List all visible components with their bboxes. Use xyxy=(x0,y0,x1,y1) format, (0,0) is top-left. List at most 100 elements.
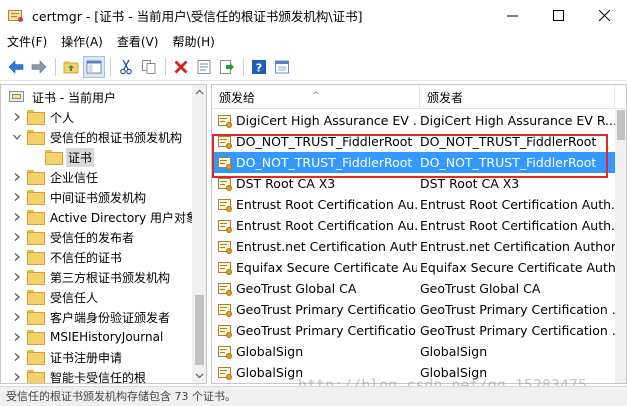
tree-item-personal[interactable]: 个人 xyxy=(11,107,76,127)
table-row[interactable]: DO_NOT_TRUST_FiddlerRoot DO_NOT_TRUST_Fi… xyxy=(212,131,615,152)
list-scroll-thumb[interactable] xyxy=(617,110,625,140)
tree-item-client-auth-issuers[interactable]: 客户端身份验证颁发者 xyxy=(11,307,172,327)
toolbar-separator xyxy=(55,57,56,76)
scroll-up-icon[interactable] xyxy=(195,88,204,97)
column-label: 颁发给 xyxy=(219,91,256,105)
table-row[interactable]: GeoTrust Primary Certificatio... GeoTrus… xyxy=(212,299,615,320)
tree-item-label: Active Directory 用户对象 xyxy=(50,210,199,225)
tree-item-trusted-people[interactable]: 受信任人 xyxy=(11,287,100,307)
cell-issued-to: Equifax Secure Certificate Au... xyxy=(236,260,417,275)
toolbar-separator xyxy=(243,57,244,76)
scroll-down-icon[interactable] xyxy=(195,371,204,380)
tree-item-third-party-root[interactable]: 第三方根证书颁发机构 xyxy=(11,267,172,287)
table-row[interactable]: GlobalSign GlobalSign xyxy=(212,362,615,383)
tree-pane[interactable]: 证书 - 当前用户 个人 受信任的根证书颁发机构 证书 企业信任 中间证书颁发机… xyxy=(0,84,207,384)
delete-icon xyxy=(174,60,188,73)
certificate-icon xyxy=(217,156,233,170)
chevron-right-icon[interactable] xyxy=(11,311,23,323)
menu-action[interactable]: 操作(A) xyxy=(54,31,110,53)
show-hide-tree-button[interactable] xyxy=(83,55,105,78)
table-row[interactable]: DST Root CA X3 DST Root CA X3 xyxy=(212,173,615,194)
tree-item-msie-history[interactable]: MSIEHistoryJournal xyxy=(11,327,165,347)
help-button[interactable]: ? xyxy=(248,56,270,78)
cell-issued-by: Entrust Root Certification Auth... xyxy=(420,218,615,233)
cell-issued-by: GlobalSign xyxy=(420,365,488,380)
tree-item-label: 受信任的发布者 xyxy=(50,230,135,245)
cell-issued-to: DO_NOT_TRUST_FiddlerRoot xyxy=(236,155,413,170)
chevron-right-icon[interactable] xyxy=(11,211,23,223)
folder-open-icon xyxy=(27,130,45,145)
chevron-right-icon[interactable] xyxy=(11,191,23,203)
toolbar: ? xyxy=(0,53,627,81)
table-row[interactable]: Entrust.net Certification Auth... Entrus… xyxy=(212,236,615,257)
tree-item-intermediate-ca[interactable]: 中间证书颁发机构 xyxy=(11,187,148,207)
certificate-icon xyxy=(217,177,233,191)
chevron-down-icon[interactable] xyxy=(11,131,23,143)
menu-view[interactable]: 查看(V) xyxy=(110,31,166,53)
tree-scrollbar[interactable] xyxy=(192,85,206,383)
chevron-right-icon[interactable] xyxy=(11,291,23,303)
up-level-button[interactable] xyxy=(60,56,82,78)
table-row[interactable]: GlobalSign GlobalSign xyxy=(212,341,615,362)
menu-help[interactable]: 帮助(H) xyxy=(165,31,221,53)
table-row[interactable]: GeoTrust Global CA GeoTrust Global CA xyxy=(212,278,615,299)
chevron-right-icon[interactable] xyxy=(11,351,23,363)
chevron-right-icon[interactable] xyxy=(11,231,23,243)
forward-button[interactable] xyxy=(28,56,50,78)
column-header-issued-by[interactable]: 颁发者 xyxy=(420,85,615,109)
list-scrollbar[interactable] xyxy=(615,110,626,383)
tree-item-untrusted[interactable]: 不信任的证书 xyxy=(11,247,124,267)
tree-root[interactable]: 证书 - 当前用户 xyxy=(9,87,118,107)
folder-icon xyxy=(27,110,45,125)
tree-item-label: 中间证书颁发机构 xyxy=(50,190,147,205)
menu-file[interactable]: 文件(F) xyxy=(0,31,54,53)
table-row[interactable]: Equifax Secure Certificate Au... Equifax… xyxy=(212,257,615,278)
chevron-right-icon[interactable] xyxy=(11,331,23,343)
minimize-button[interactable] xyxy=(489,0,535,31)
certificate-list-pane[interactable]: 颁发给 ^ 颁发者 DigiCert High Assurance EV ...… xyxy=(211,84,627,384)
delete-button[interactable] xyxy=(170,56,192,78)
table-row[interactable]: DigiCert High Assurance EV ... DigiCert … xyxy=(212,110,615,131)
folder-icon xyxy=(27,250,45,265)
close-button[interactable] xyxy=(581,0,627,31)
folder-icon xyxy=(27,170,45,185)
tree-item-trusted-root[interactable]: 受信任的根证书颁发机构 xyxy=(11,127,184,147)
certificate-icon xyxy=(217,219,233,233)
chevron-right-icon[interactable] xyxy=(11,111,23,123)
tree-scroll-thumb[interactable] xyxy=(195,295,204,365)
table-row-selected[interactable]: DO_NOT_TRUST_FiddlerRoot DO_NOT_TRUST_Fi… xyxy=(212,152,615,173)
chevron-right-icon[interactable] xyxy=(11,171,23,183)
properties-button[interactable] xyxy=(193,56,215,78)
column-header-issued-to[interactable]: 颁发给 ^ xyxy=(212,85,420,109)
cell-issued-to: DigiCert High Assurance EV ... xyxy=(236,113,417,128)
tree-item-label: 个人 xyxy=(50,110,75,125)
back-button[interactable] xyxy=(5,56,27,78)
tree-item-certificates[interactable]: 证书 xyxy=(29,147,95,167)
certificate-icon xyxy=(217,240,233,254)
table-row[interactable]: GeoTrust Primary Certificatio... GeoTrus… xyxy=(212,320,615,341)
menu-bar: 文件(F) 操作(A) 查看(V) 帮助(H) xyxy=(0,31,627,53)
cell-issued-to: Entrust Root Certification Au... xyxy=(236,218,417,233)
table-row[interactable]: Entrust Root Certification Au... Entrust… xyxy=(212,194,615,215)
chevron-right-icon[interactable] xyxy=(11,271,23,283)
export-list-button[interactable] xyxy=(216,56,238,78)
certificate-icon xyxy=(217,135,233,149)
folder-icon xyxy=(27,370,45,383)
tree-item-enterprise-trust[interactable]: 企业信任 xyxy=(11,167,100,187)
tree-item-active-directory[interactable]: Active Directory 用户对象 xyxy=(11,207,200,227)
tree-item-label: 智能卡受信任的根 xyxy=(50,370,147,384)
maximize-button[interactable] xyxy=(535,0,581,31)
certificate-icon xyxy=(217,261,233,275)
console-button[interactable] xyxy=(271,56,293,78)
tree-item-trusted-publishers[interactable]: 受信任的发布者 xyxy=(11,227,136,247)
table-row[interactable]: Entrust Root Certification Au... Entrust… xyxy=(212,215,615,236)
tree-item-smartcard-root[interactable]: 智能卡受信任的根 xyxy=(11,367,148,384)
chevron-right-icon[interactable] xyxy=(11,251,23,263)
title-bar: certmgr - [证书 - 当前用户\受信任的根证书颁发机构\证书] xyxy=(0,0,627,31)
tree-item-enrollment-requests[interactable]: 证书注册申请 xyxy=(11,347,124,367)
cell-issued-by: Entrust Root Certification Auth... xyxy=(420,197,615,212)
copy-button[interactable] xyxy=(138,56,160,78)
chevron-right-icon[interactable] xyxy=(11,371,23,383)
folder-icon xyxy=(27,190,45,205)
cut-button[interactable] xyxy=(115,56,137,78)
